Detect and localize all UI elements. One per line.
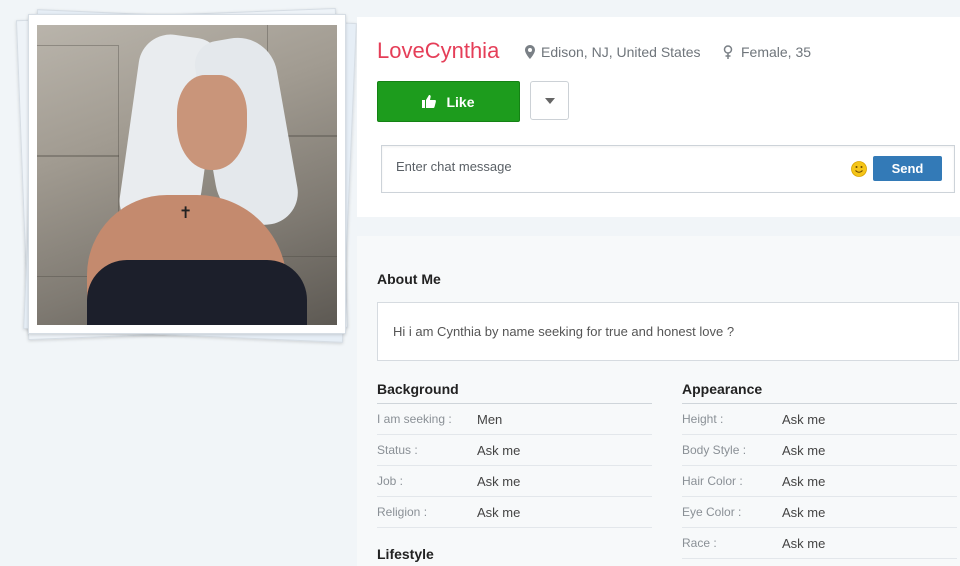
about-me-box: Hi i am Cynthia by name seeking for true… (377, 302, 959, 361)
thumbs-up-icon (422, 95, 437, 108)
gender-age-text: Female, 35 (741, 44, 812, 60)
row-label: Religion : (377, 505, 428, 519)
row-value: Men (477, 411, 503, 427)
row-label: Body Style : (682, 443, 747, 457)
appearance-row: Height : Ask me (682, 404, 957, 435)
appearance-title: Appearance (682, 381, 957, 404)
about-me-text: Hi i am Cynthia by name seeking for true… (393, 324, 735, 339)
profile-photo-stack[interactable]: ✝ (15, 6, 358, 346)
row-label: Race : (682, 536, 717, 550)
row-label: Status : (377, 443, 418, 457)
background-row: Religion : Ask me (377, 497, 652, 528)
like-button[interactable]: Like (377, 81, 520, 122)
location-text: Edison, NJ, United States (541, 44, 701, 60)
background-title: Background (377, 381, 652, 404)
background-row: Job : Ask me (377, 466, 652, 497)
about-me-title: About Me (377, 271, 441, 287)
chat-message-input[interactable] (394, 158, 838, 175)
send-button[interactable]: Send (873, 156, 942, 181)
appearance-row: Eye Color : Ask me (682, 497, 957, 528)
caret-down-icon (544, 97, 555, 104)
row-value: Ask me (477, 504, 521, 520)
row-label: Job : (377, 474, 404, 488)
row-value: Ask me (477, 442, 521, 458)
row-value: Ask me (477, 473, 521, 489)
row-value: Ask me (782, 442, 826, 458)
background-row: Status : Ask me (377, 435, 652, 466)
profile-photo[interactable]: ✝ (37, 25, 337, 325)
row-label: Eye Color : (682, 505, 742, 519)
row-value: Ask me (782, 504, 826, 520)
profile-location: Edison, NJ, United States (525, 44, 701, 60)
row-label: Height : (682, 412, 724, 426)
profile-details-panel: About Me Hi i am Cynthia by name seeking… (357, 236, 960, 566)
female-icon (723, 45, 733, 59)
smiley-icon[interactable] (851, 161, 867, 177)
photo-card[interactable]: ✝ (28, 14, 346, 334)
row-label: I am seeking : (377, 412, 452, 426)
profile-gender-age: Female, 35 (723, 44, 811, 60)
row-value: Ask me (782, 535, 826, 551)
map-marker-icon (525, 45, 535, 59)
chat-box: Send (381, 145, 955, 193)
row-value: Ask me (782, 411, 826, 427)
like-label: Like (446, 93, 475, 110)
profile-username: LoveCynthia (377, 38, 500, 63)
appearance-row: Race : Ask me (682, 528, 957, 559)
background-row: I am seeking : Men (377, 404, 652, 435)
appearance-row: Body Style : Ask me (682, 435, 957, 466)
row-label: Hair Color : (682, 474, 743, 488)
lifestyle-title: Lifestyle (377, 546, 434, 562)
row-value: Ask me (782, 473, 826, 489)
appearance-row: Hair Color : Ask me (682, 466, 957, 497)
profile-header-panel: LoveCynthia Edison, NJ, United States Fe… (357, 17, 960, 217)
more-actions-dropdown[interactable] (530, 81, 569, 120)
